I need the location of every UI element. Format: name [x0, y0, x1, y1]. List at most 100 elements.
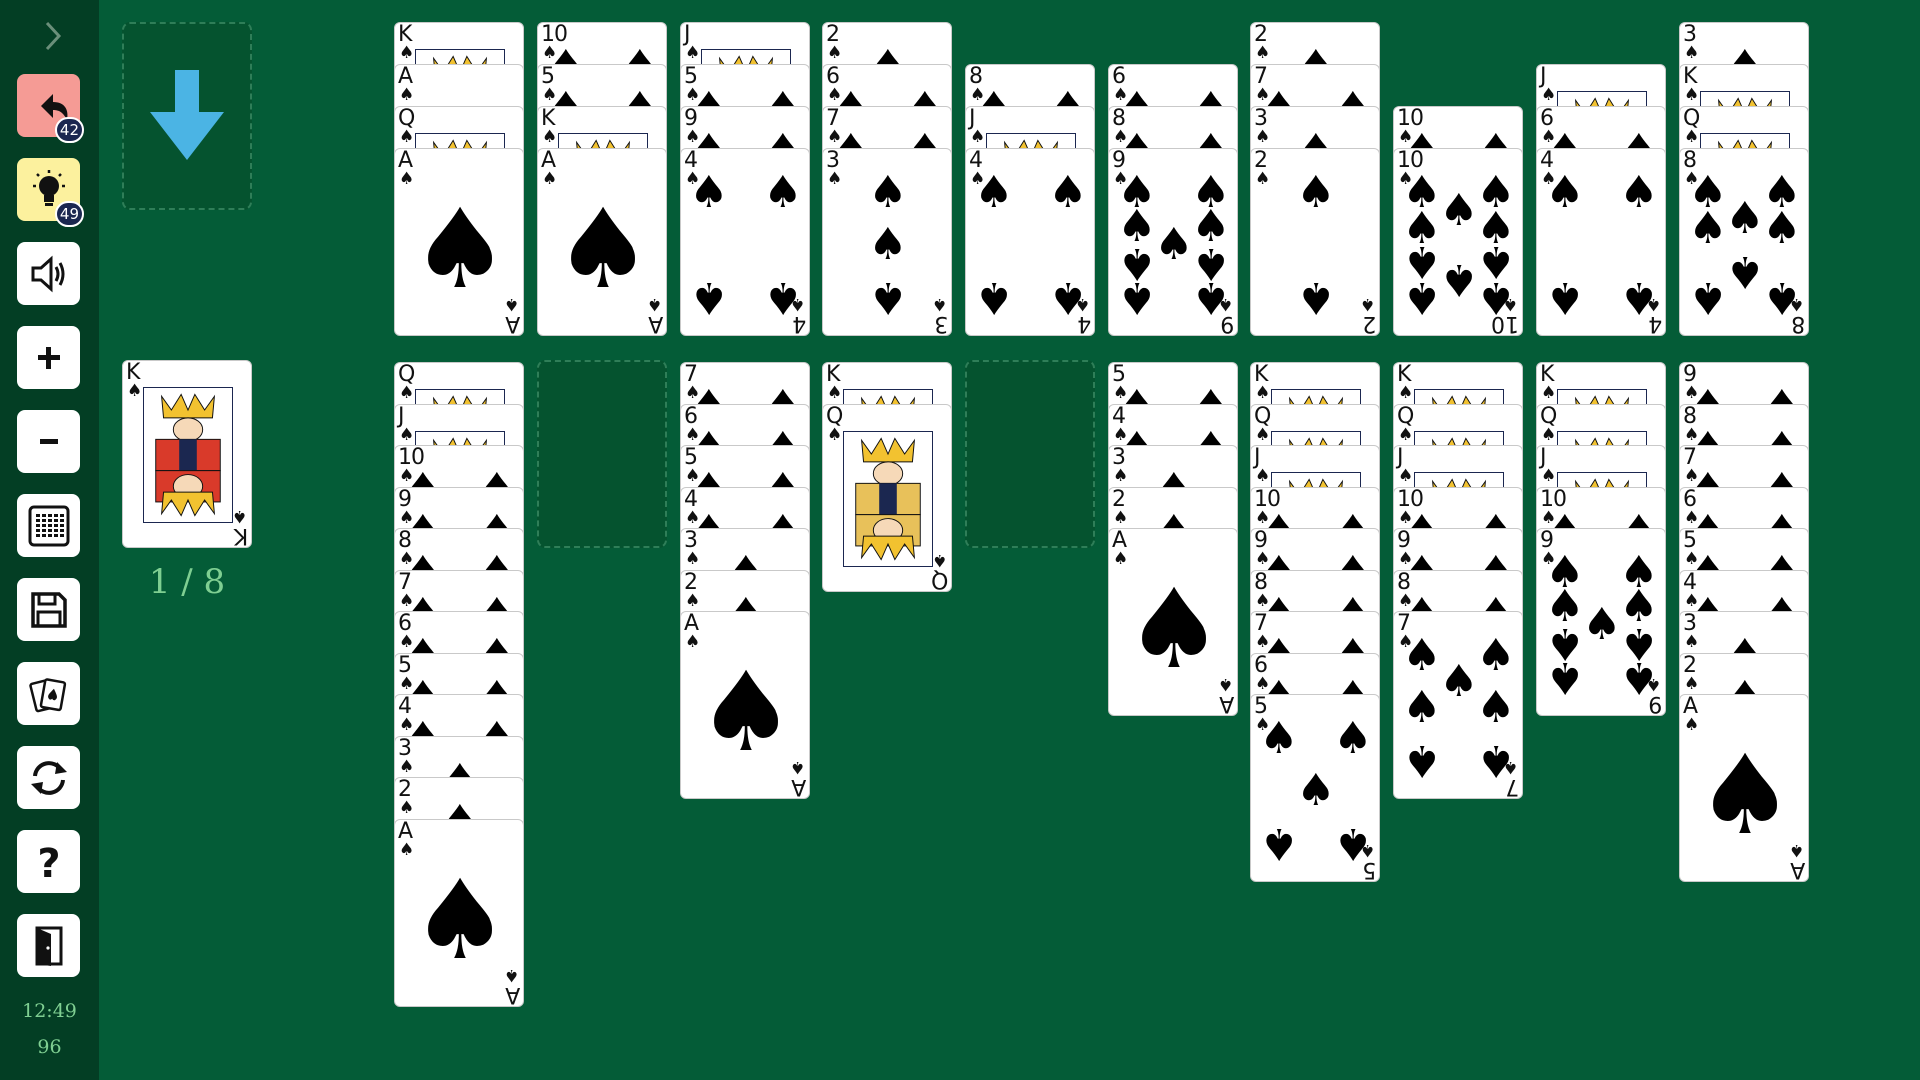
- spade-icon: ♠: [1259, 818, 1299, 869]
- top-pile-card[interactable]: 4 ♠ ♠ ♠ ♠ ♠ 4 ♠: [680, 148, 810, 336]
- top-pile-card[interactable]: 2 ♠♠♠2♠: [1250, 148, 1380, 336]
- tableau-card[interactable]: A ♠ ♠ A ♠: [1679, 694, 1809, 882]
- cards-button[interactable]: [17, 662, 80, 725]
- layout-button[interactable]: [17, 494, 80, 557]
- zoom-out-button[interactable]: [17, 410, 80, 473]
- spade-icon: ♠: [542, 127, 558, 147]
- spade-icon: ♠: [1725, 246, 1765, 297]
- spade-icon: ♠: [827, 169, 843, 189]
- spade-icon: ♠: [1541, 383, 1557, 403]
- spade-icon: ♠: [1684, 673, 1700, 694]
- spade-icon: ♠: [1545, 167, 1585, 218]
- spade-icon: ♠: [685, 590, 701, 611]
- undo-button[interactable]: 42: [17, 74, 84, 143]
- spade-icon: ♠: [553, 185, 653, 313]
- question-icon: ?: [37, 841, 60, 884]
- spade-icon: ♠: [868, 167, 908, 218]
- tableau-card[interactable]: A ♠ ♠ A ♠: [1108, 528, 1238, 716]
- tableau-card[interactable]: A ♠ ♠ A ♠: [680, 611, 810, 799]
- card-corner: 10♠: [1491, 294, 1519, 336]
- top-pile-card[interactable]: A ♠♠A♠: [537, 148, 667, 336]
- card-corner: 4♠: [1074, 294, 1091, 336]
- spade-icon: ♠: [1439, 185, 1479, 236]
- spade-icon: ♠: [1688, 203, 1728, 254]
- exit-door-icon: [35, 926, 62, 966]
- spade-icon: ♠: [970, 127, 986, 147]
- top-pile-card[interactable]: 4 ♠ ♠ ♠ ♠ ♠ 4 ♠: [1536, 148, 1666, 336]
- minus-icon: [39, 438, 58, 444]
- spade-icon: ♠: [1402, 735, 1442, 786]
- card-corner: 9♠: [1217, 294, 1234, 336]
- spade-icon: ♠: [399, 424, 415, 445]
- card-corner: A♠: [789, 757, 806, 799]
- spade-icon: ♠: [1259, 713, 1299, 764]
- hint-button[interactable]: 49: [17, 158, 84, 227]
- hint-count-badge: 49: [54, 201, 84, 227]
- top-pile-card[interactable]: 3 ♠♠♠♠3♠: [822, 148, 952, 336]
- down-arrow-icon: [150, 70, 224, 160]
- spade-icon: ♠: [1255, 424, 1271, 445]
- top-pile-card[interactable]: 9 ♠♠♠♠♠♠♠♠♠♠9♠: [1108, 148, 1238, 336]
- spade-icon: ♠: [399, 383, 415, 403]
- spade-icon: ♠: [410, 185, 510, 313]
- spade-icon: ♠: [1684, 127, 1700, 147]
- save-button[interactable]: [17, 578, 80, 641]
- completed-king-card[interactable]: K ♠ K ♠: [122, 360, 252, 548]
- spade-icon: ♠: [1048, 167, 1088, 218]
- spade-icon: ♠: [1402, 682, 1442, 733]
- spade-icon: ♠: [696, 648, 796, 776]
- spade-icon: ♠: [1439, 656, 1479, 707]
- top-pile-card[interactable]: 4 ♠ ♠ ♠ ♠ ♠ 4 ♠: [965, 148, 1095, 336]
- card-corner: 8♠: [1788, 294, 1805, 336]
- spade-icon: ♠: [763, 167, 803, 218]
- card-corner: K♠: [231, 506, 248, 548]
- queen-portrait: [843, 430, 933, 567]
- tableau-card[interactable]: 9 ♠♠♠♠♠♠♠♠♠♠9♠: [1536, 528, 1666, 716]
- top-pile-card[interactable]: A ♠♠A♠: [394, 148, 524, 336]
- top-pile-card[interactable]: 10 ♠♠♠♠♠♠♠♠♠♠♠10♠: [1393, 148, 1523, 336]
- tableau-card[interactable]: 7 ♠♠♠♠♠♠♠♠7♠: [1393, 611, 1523, 799]
- card-corner: 5♠: [1359, 840, 1376, 882]
- spade-icon: ♠: [1398, 466, 1414, 486]
- undo-count-badge: 42: [54, 117, 84, 143]
- spade-icon: ♠: [1684, 632, 1700, 652]
- spade-icon: ♠: [868, 272, 908, 323]
- spade-icon: ♠: [1476, 630, 1516, 681]
- tableau-card[interactable]: 5 ♠♠♠♠♠♠5♠: [1250, 694, 1380, 882]
- exit-button[interactable]: [17, 914, 80, 977]
- card-corner: A♠: [503, 294, 520, 336]
- score-value: 96: [37, 1036, 62, 1058]
- svg-text:?: ?: [37, 841, 60, 884]
- spade-icon: ♠: [1154, 219, 1194, 270]
- empty-column-slot[interactable]: [965, 360, 1095, 548]
- spade-icon: ♠: [1619, 167, 1659, 218]
- spade-icon: ♠: [689, 272, 729, 323]
- spade-icon: ♠: [1255, 466, 1271, 486]
- card-corner: Q♠: [930, 549, 948, 592]
- restart-button[interactable]: [17, 746, 80, 809]
- spade-icon: ♠: [1545, 652, 1585, 703]
- spade-icon: ♠: [1398, 383, 1414, 403]
- spade-icon: ♠: [1688, 272, 1728, 323]
- spade-icon: ♠: [399, 756, 415, 777]
- tableau-card[interactable]: Q ♠ Q♠: [822, 403, 952, 592]
- spade-icon: ♠: [1296, 272, 1336, 323]
- spade-icon: ♠: [399, 798, 415, 818]
- spade-icon: ♠: [1582, 599, 1622, 650]
- spade-icon: ♠: [1402, 272, 1442, 323]
- clock-time: 12:49: [22, 1000, 77, 1022]
- sound-button[interactable]: [17, 242, 80, 305]
- spade-icon: ♠: [1255, 127, 1271, 147]
- king-portrait: [143, 387, 233, 523]
- spade-icon: ♠: [1695, 731, 1795, 859]
- empty-column-slot[interactable]: [537, 360, 667, 548]
- zoom-in-button[interactable]: [17, 326, 80, 389]
- chevron-right-icon[interactable]: [38, 18, 68, 54]
- spade-icon: ♠: [868, 219, 908, 270]
- spade-icon: ♠: [1255, 169, 1271, 189]
- top-pile-card[interactable]: 8 ♠♠♠♠♠♠♠♠♠8♠: [1679, 148, 1809, 336]
- help-button[interactable]: ?: [17, 830, 80, 893]
- spade-icon: ♠: [827, 43, 843, 63]
- tableau-card[interactable]: A ♠ ♠ A ♠: [394, 818, 524, 1007]
- spade-icon: ♠: [1541, 424, 1557, 445]
